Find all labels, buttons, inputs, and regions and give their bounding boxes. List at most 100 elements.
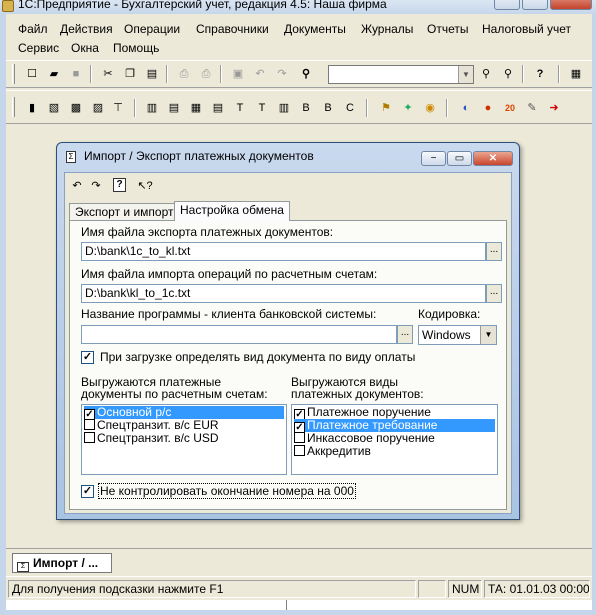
dialog-minimize-button[interactable]: − <box>421 151 446 166</box>
detect-type-checkbox[interactable]: ✓ <box>81 351 94 364</box>
calculator-icon[interactable]: ▦ <box>568 66 584 82</box>
find-next-icon[interactable]: ⚲ <box>478 66 494 82</box>
search-combo[interactable]: ▼ <box>328 65 474 84</box>
maximize-button[interactable] <box>522 0 548 10</box>
window-title-bar[interactable]: 1С:Предприятие - Бухгалтерский учет, ред… <box>0 0 596 14</box>
checkbox-icon[interactable] <box>294 432 305 443</box>
account-card-icon[interactable]: ▤ <box>166 100 182 116</box>
dialog-help-icon[interactable]: ? <box>113 178 126 192</box>
status-num: NUM <box>448 580 482 598</box>
standard-toolbar: ☐ ▰ ■ ✂ ❐ ▤ ⎙ ⎙ ▣ ↶ ↷ ⚲ ▼ ⚲ ⚲ ? ▦ <box>6 60 592 88</box>
analysis-icon[interactable]: ▤ <box>210 100 226 116</box>
import-file-browse-button[interactable]: ... <box>486 284 502 303</box>
open-icon[interactable]: ▰ <box>46 66 62 82</box>
menu-documents[interactable]: Документы <box>284 22 346 36</box>
paste-icon[interactable]: ▤ <box>144 66 160 82</box>
report-b2-icon[interactable]: B <box>320 100 336 116</box>
tab-export-import[interactable]: Экспорт и импорт <box>69 203 180 221</box>
chevron-down-icon[interactable]: ▼ <box>480 326 496 344</box>
dialog-title: Импорт / Экспорт платежных документов <box>84 149 314 163</box>
properties-icon[interactable]: ▣ <box>230 66 246 82</box>
tab-exchange-settings[interactable]: Настройка обмена <box>174 201 290 221</box>
import-run-icon[interactable]: ↷ <box>88 178 104 194</box>
redo-icon[interactable]: ↷ <box>274 66 290 82</box>
color-wheel-icon[interactable]: ● <box>480 100 496 116</box>
menu-file[interactable]: Файл <box>18 22 48 36</box>
status-bar: Для получения подсказки нажмите F1 NUM Т… <box>6 576 592 600</box>
tab-panel-settings: Имя файла экспорта платежных документов:… <box>69 220 507 510</box>
menu-journals[interactable]: Журналы <box>361 22 413 36</box>
checkbox-icon[interactable] <box>84 432 95 443</box>
toolbar-separator <box>522 65 524 83</box>
cut-icon[interactable]: ✂ <box>100 66 116 82</box>
menu-windows[interactable]: Окна <box>71 41 99 55</box>
toolbar-separator <box>558 65 560 83</box>
dialog-restore-button[interactable]: ▭ <box>447 151 472 166</box>
context-help-icon[interactable]: ↖? <box>137 178 153 194</box>
chess-icon[interactable]: ▦ <box>188 100 204 116</box>
undo-icon[interactable]: ↶ <box>252 66 268 82</box>
globe-icon[interactable]: ◉ <box>422 100 438 116</box>
status-hint: Для получения подсказки нажмите F1 <box>8 580 416 598</box>
report-b-icon[interactable]: B <box>298 100 314 116</box>
toolbar-grip[interactable] <box>12 97 15 117</box>
help-icon[interactable]: ? <box>532 66 548 82</box>
copy-icon[interactable]: ❐ <box>122 66 138 82</box>
checkbox-icon[interactable] <box>294 445 305 456</box>
report-c-icon[interactable]: C <box>342 100 358 116</box>
balance-icon[interactable]: ▥ <box>144 100 160 116</box>
tree-icon[interactable]: ⊤ <box>110 100 126 116</box>
chart-of-accounts-icon[interactable]: ▮ <box>24 100 40 116</box>
menu-operations[interactable]: Операции <box>124 22 180 36</box>
print-icon[interactable]: ⎙ <box>176 66 192 82</box>
exit-icon[interactable]: ➜ <box>546 100 562 116</box>
doc-types-listbox[interactable]: ✓ Платежное поручение ✓ Платежное требован… <box>291 404 498 475</box>
search-docs-icon[interactable]: ✦ <box>400 100 416 116</box>
close-button[interactable] <box>550 0 592 10</box>
period-icon[interactable]: ◐ <box>458 100 474 116</box>
export-file-input[interactable]: D:\bank\1c_to_kl.txt <box>81 242 486 261</box>
transactions-icon[interactable]: ▨ <box>90 100 106 116</box>
encoding-select[interactable]: Windows ▼ <box>418 325 497 345</box>
window-controls <box>494 0 592 10</box>
doc-types-list-item[interactable]: Аккредитив <box>294 445 495 458</box>
taskbar-item-import[interactable]: Σ Импорт / ... <box>12 553 112 573</box>
export-file-browse-button[interactable]: ... <box>486 242 502 261</box>
new-icon[interactable]: ☐ <box>24 66 40 82</box>
report-t2-icon[interactable]: T <box>254 100 270 116</box>
minimize-button[interactable] <box>494 0 520 10</box>
bank-program-browse-button[interactable]: ... <box>397 325 413 344</box>
dialog-close-button[interactable]: ✕ <box>473 151 513 166</box>
calendar-icon[interactable]: 20 <box>502 100 518 116</box>
bank-program-input[interactable] <box>81 325 397 344</box>
no-control-label: Не контролировать окончание номера на 00… <box>98 483 356 499</box>
checkbox-icon[interactable] <box>84 419 95 430</box>
filter-icon[interactable]: ⚑ <box>378 100 394 116</box>
doc-types-label-line2: платежных документов: <box>291 387 424 401</box>
import-file-input[interactable]: D:\bank\kl_to_1c.txt <box>81 284 486 303</box>
export-run-icon[interactable]: ↶ <box>69 178 85 194</box>
menu-actions[interactable]: Действия <box>60 22 113 36</box>
toolbar-grip[interactable] <box>12 64 15 84</box>
accounting-toolbar: ▮ ▧ ▩ ▨ ⊤ ▥ ▤ ▦ ▤ T T ▥ B B C ⚑ ✦ ◉ ◐ ● … <box>6 90 592 124</box>
report-table-icon[interactable]: ▥ <box>276 100 292 116</box>
sigma-icon: Σ <box>17 562 29 572</box>
report-t-icon[interactable]: T <box>232 100 248 116</box>
save-icon[interactable]: ■ <box>68 66 84 82</box>
accounts-listbox[interactable]: ✓ Основной р/с Спецтранзит. в/с EUR Спецт… <box>81 404 287 475</box>
chevron-down-icon[interactable]: ▼ <box>458 66 473 83</box>
find-prev-icon[interactable]: ⚲ <box>500 66 516 82</box>
tools-icon[interactable]: ✎ <box>524 100 540 116</box>
find-icon[interactable]: ⚲ <box>298 66 314 82</box>
menu-tax[interactable]: Налоговый учет <box>482 22 571 36</box>
menu-help[interactable]: Помощь <box>113 41 159 55</box>
menu-directories[interactable]: Справочники <box>196 22 269 36</box>
operations-journal-icon[interactable]: ▩ <box>68 100 84 116</box>
accounts-list-item[interactable]: Спецтранзит. в/с USD <box>84 432 284 445</box>
no-control-checkbox[interactable]: ✓ <box>81 485 94 498</box>
app-icon <box>2 0 14 12</box>
menu-service[interactable]: Сервис <box>18 41 59 55</box>
entries-icon[interactable]: ▧ <box>46 100 62 116</box>
print-preview-icon[interactable]: ⎙ <box>198 66 214 82</box>
menu-reports[interactable]: Отчеты <box>427 22 468 36</box>
